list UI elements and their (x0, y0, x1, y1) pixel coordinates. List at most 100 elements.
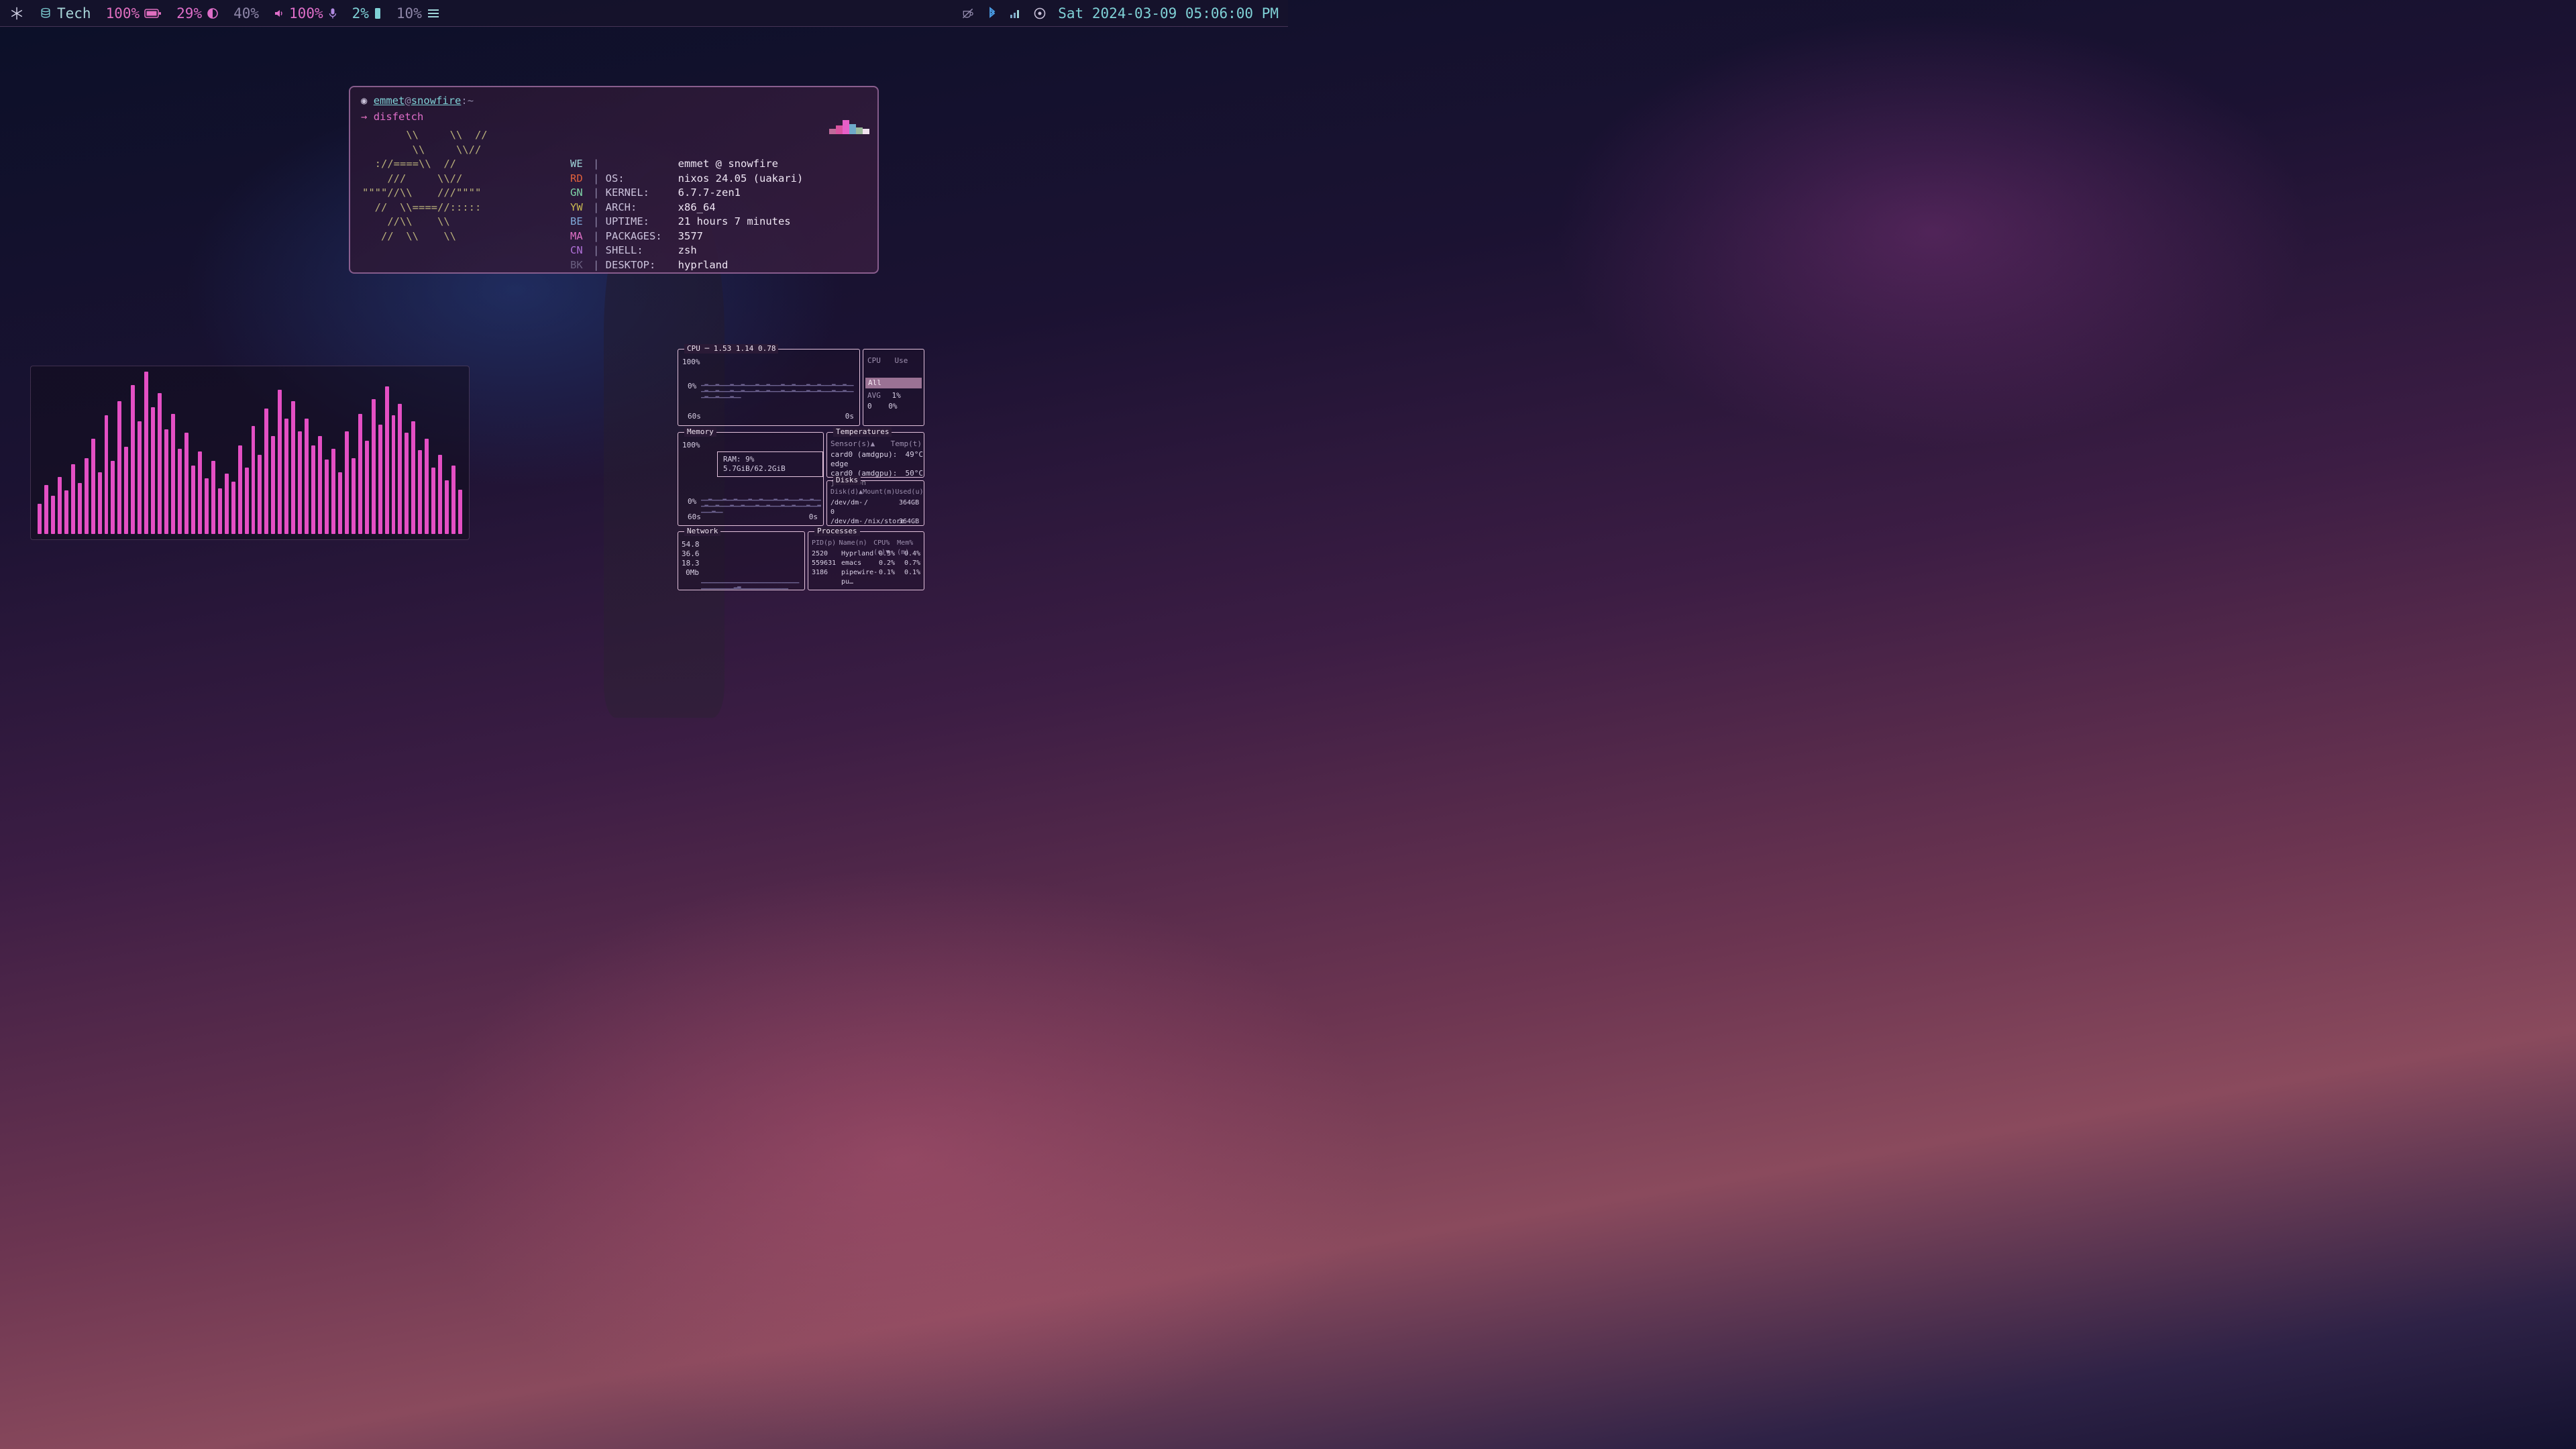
process-name: emacs (841, 559, 862, 567)
cpu-percent-2: 29% (176, 5, 203, 21)
disfetch-color-tag: CN (570, 244, 583, 256)
ram-indicator-2[interactable]: 10% (396, 5, 440, 21)
btop-cpu-time-start: 60s (688, 412, 701, 421)
cava-audio-visualizer (30, 366, 470, 540)
visualizer-bar (131, 385, 136, 534)
disc-icon[interactable] (1034, 7, 1046, 19)
btop-memory-panel[interactable]: Memory 100% 0% RAM: 9% 5.7GiB/62.2GiB ▁▁… (678, 427, 824, 526)
brightness-percent-2: 40% (233, 5, 260, 21)
disk-mount: / (864, 499, 869, 506)
btop-ram-readout: RAM: 9% 5.7GiB/62.2GiB (717, 451, 823, 477)
disfetch-key: UPTIME: (605, 215, 649, 227)
process-mem: 0.4% (904, 550, 921, 557)
mic-indicator-2[interactable]: 2% (352, 5, 382, 21)
visualizer-bar (171, 413, 176, 534)
nix-logo-2[interactable] (9, 6, 24, 21)
prompt-dot-icon-2: ◉ (361, 95, 368, 107)
visualizer-bar (64, 490, 68, 534)
prompt-arrow-icon-2: → (361, 111, 368, 123)
second-monitor-window[interactable]: Tech 100% 29% 40% 100% 2% 10% Sat 2024-0… (0, 0, 2576, 1449)
disfetch-row: WE | emmet @ snowfire (570, 157, 803, 172)
layers-icon (41, 7, 50, 18)
btop-processes-rows: 2520 Hyprland 0.3% 0.4% 559631 emacs 0.2% 0.7% 3… (812, 549, 924, 587)
btop-cpu-list-panel[interactable]: CPU Use All AVG 1% 0 0% (863, 349, 924, 426)
process-cpu: 0.3% (879, 550, 896, 557)
btop-disks-head-disk: Disk(d)▲ (830, 488, 863, 496)
btop-processes-panel[interactable]: Processes PID(p) Name(n) CPU%(c)▼ Mem%(m… (808, 527, 924, 590)
disfetch-color-tag: WE (570, 158, 583, 170)
btop-network-panel[interactable]: Network 54.8 36.6 18.3 0Mb ▁▁▁▁▁▁▁▁▁▁▁▁▁▁▁▁… (678, 527, 805, 590)
btop-temperatures-panel[interactable]: Temperatures Sensor(s)▲ Temp(t) card0 (a… (826, 427, 924, 487)
btop-mem-max: 100% (682, 441, 700, 449)
visualizer-bar (418, 449, 423, 534)
disfetch-key: PACKAGES: (605, 229, 662, 242)
visualizer-bar (50, 496, 55, 534)
disfetch-path: :~ (461, 95, 474, 107)
visualizer-bar (337, 472, 342, 534)
wifi-signal-icon[interactable] (1010, 8, 1022, 19)
ram-icon (374, 7, 380, 19)
visualizer-bar (184, 432, 189, 534)
network-scale-label: 18.3 (682, 559, 700, 568)
hamburger-icon (427, 9, 439, 17)
color-swatch-strip-2 (829, 118, 869, 134)
btop-disk-row: /dev/dm-0/ 364GB (830, 498, 924, 517)
btop-process-row[interactable]: 2520 Hyprland 0.3% 0.4% (812, 549, 924, 559)
btop-network-title: Network (684, 527, 721, 536)
bluetooth-icon[interactable] (987, 6, 998, 20)
visualizer-bar (124, 447, 129, 534)
status-bar-bottom[interactable]: Tech 100% 29% 40% 100% 2% 10% Sat 2024-0… (0, 0, 1288, 27)
brightness-indicator-2[interactable]: 40% (233, 5, 259, 21)
terminal-disfetch-window[interactable]: ◉ emmet@snowfire:~ → disfetch \\ \\ // \… (349, 86, 879, 274)
visualizer-bar (57, 477, 62, 534)
visualizer-bar (391, 415, 396, 534)
btop-temps-head-sensor: Sensor(s)▲ (830, 439, 875, 448)
visualizer-bar (324, 460, 329, 534)
visualizer-bar (305, 418, 309, 534)
visualizer-bar (351, 458, 356, 534)
visualizer-bar (364, 440, 369, 534)
visualizer-bar (311, 445, 316, 534)
btop-disks-title: Disks (833, 476, 861, 485)
disfetch-key: ARCH: (605, 201, 637, 213)
visualizer-bar (445, 480, 449, 534)
coffee-off-icon[interactable] (961, 7, 975, 20)
btop-cpu-title: CPU ─ 1.53 1.14 0.78 (684, 344, 779, 354)
visualizer-bar (44, 484, 48, 534)
workspace-indicator-2[interactable]: Tech (39, 5, 91, 21)
btop-mem-min: 0% (688, 497, 697, 506)
btop-disks-panel[interactable]: Disks Disk(d)▲ Mount(m) Used(u) /dev/dm-… (826, 476, 924, 535)
btop-memory-title: Memory (684, 427, 716, 437)
visualizer-bar (258, 454, 262, 534)
btop-system-monitor[interactable]: CPU ─ 1.53 1.14 0.78 100% 0% ▁▂▁▁▂▁▁▁▂▁▁… (678, 344, 924, 708)
clock-2[interactable]: Sat 2024-03-09 05:06:00 PM (1058, 5, 1279, 21)
btop-cpu-panel[interactable]: CPU ─ 1.53 1.14 0.78 100% 0% ▁▂▁▁▂▁▁▁▂▁▁… (678, 344, 860, 426)
visualizer-bar (398, 404, 402, 534)
volume-percent-2: 100% (289, 5, 323, 21)
visualizer-bar (111, 461, 115, 534)
btop-use-col-head: Use (894, 356, 908, 365)
disfetch-value: x86_64 (678, 201, 716, 213)
btop-processes-title: Processes (814, 527, 860, 536)
cpu-indicator-2[interactable]: 29% (176, 5, 219, 21)
volume-indicator-2[interactable]: 100% (274, 5, 337, 21)
disfetch-host: snowfire (411, 95, 462, 107)
btop-cpu-max: 100% (682, 358, 700, 366)
visualizer-bar (197, 451, 202, 534)
disfetch-value: emmet @ snowfire (678, 158, 778, 170)
btop-mem-graph: ▁▁▂▁▁▁▂▁▁▂▁▁▁▂▁▁▂▁▁▁▂▁▁▂▁▁▁▂▁▁▂▁▁▁▂▁▁▂▁▁… (701, 495, 821, 513)
visualizer-bar (344, 431, 349, 534)
btop-cpu-all-row[interactable]: All (865, 378, 922, 388)
ram-percent-2: 10% (396, 5, 422, 21)
disfetch-user: emmet (373, 95, 405, 107)
battery-indicator-2[interactable]: 100% (106, 5, 162, 21)
btop-cpu-time-end: 0s (845, 412, 854, 421)
btop-process-row[interactable]: 559631 emacs 0.2% 0.7% (812, 559, 924, 568)
nix-snowflake-icon (11, 7, 23, 19)
visualizer-bar (244, 467, 249, 534)
process-pid: 2520 (812, 550, 828, 557)
process-mem: 0.7% (904, 559, 921, 567)
btop-net-graph: ▁▁▁▁▁▁▁▁▁▁▁▁▁▁▁▁▁▁▁▁▁▁▁▁▁▁▁▁▁▁▁▁▁▁▁▁▂▃▁▁… (701, 578, 800, 590)
btop-process-row[interactable]: 3186 pipewire-pu… 0.1% 0.1% (812, 568, 924, 587)
disfetch-ascii-art: \\ \\ // \\ \\// ://====\\ // /// \\// "… (362, 129, 488, 242)
